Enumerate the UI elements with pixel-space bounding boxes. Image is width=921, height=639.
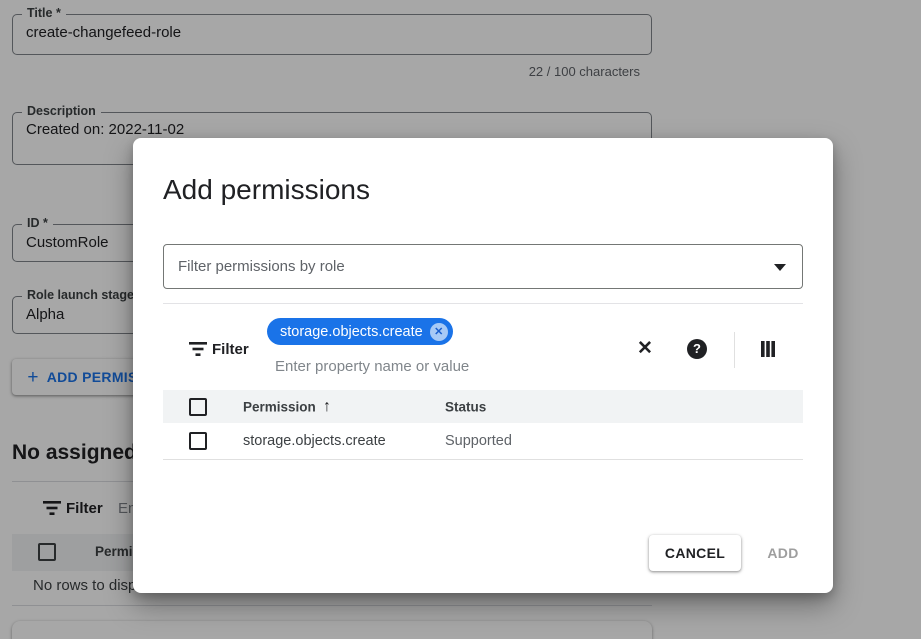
filter-chip-label: storage.objects.create [280,324,423,340]
row-status-value: Supported [445,433,512,449]
cancel-button[interactable]: CANCEL [649,535,741,571]
chip-remove-icon[interactable]: ✕ [430,323,448,341]
status-column-header[interactable]: Status [445,399,486,414]
add-permissions-dialog: Add permissions Filter permissions by ro… [133,138,833,593]
divider [163,303,803,304]
screen: Title * create-changefeed-role 22 / 100 … [0,0,921,639]
clear-filters-icon[interactable]: ✕ [637,337,653,360]
filter-permissions-by-role-dropdown[interactable]: Filter permissions by role [163,244,803,289]
toolbar-divider [734,332,735,368]
dialog-filter-input[interactable]: Enter property name or value [275,358,469,375]
role-dropdown-placeholder: Filter permissions by role [178,258,345,275]
dialog-title: Add permissions [163,174,370,206]
permission-table-row[interactable]: storage.objects.create Supported [163,423,803,460]
sort-ascending-icon[interactable]: ↑ [323,398,331,416]
add-button[interactable]: ADD [753,535,813,571]
filter-icon [189,342,207,356]
filter-chip[interactable]: storage.objects.create ✕ [267,318,453,345]
permission-column-header[interactable]: Permission [243,399,316,414]
dialog-select-all-checkbox[interactable] [189,398,207,416]
cancel-button-label: CANCEL [665,545,725,561]
dialog-filter-label: Filter [212,341,249,358]
row-checkbox[interactable] [189,432,207,450]
row-permission-value: storage.objects.create [243,433,386,449]
dialog-table-header-row: Permission ↑ Status [163,390,803,423]
chevron-down-icon [774,264,786,271]
column-display-options-icon[interactable] [760,341,776,357]
help-icon[interactable]: ? [687,339,707,359]
